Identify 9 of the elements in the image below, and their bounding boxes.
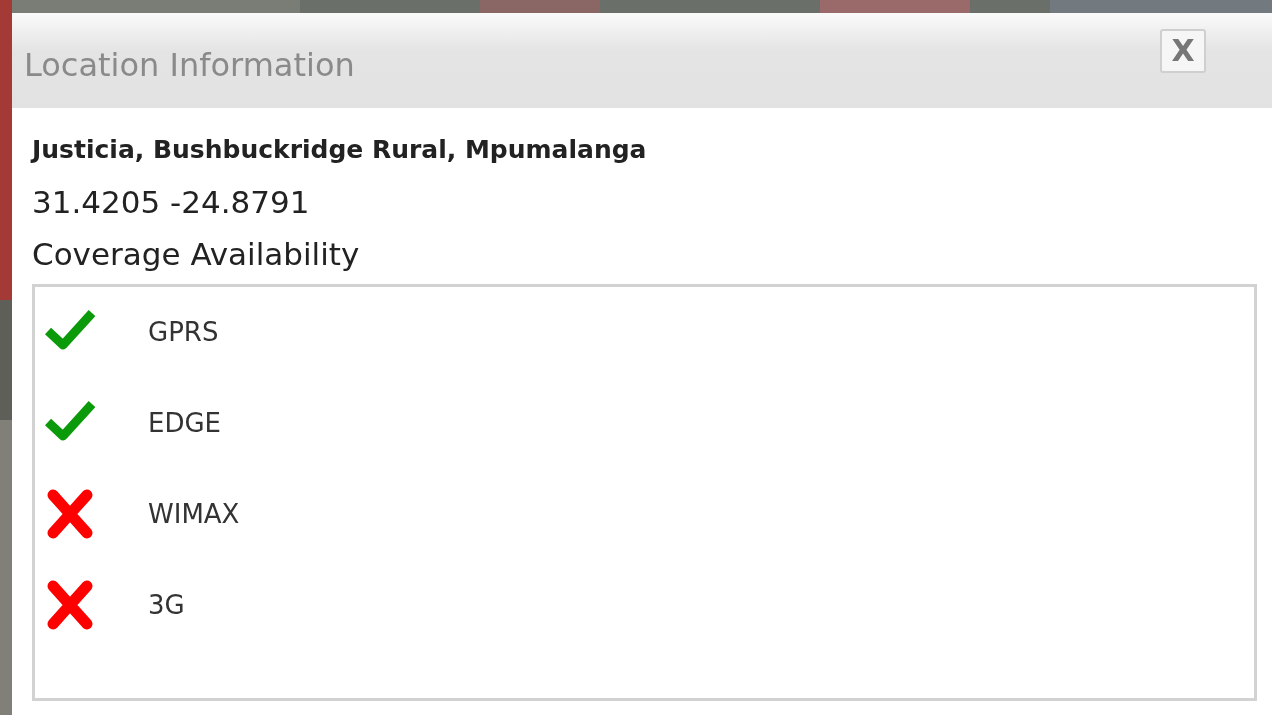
coverage-heading: Coverage Availability <box>32 235 361 274</box>
location-name: Justicia, Bushbuckridge Rural, Mpumalanga <box>32 134 648 166</box>
network-type: GPRS <box>148 317 219 347</box>
network-type: WIMAX <box>148 499 240 529</box>
dialog-title: Location Information <box>24 44 355 84</box>
coordinates-text: 31.4205 -24.8791 <box>32 183 311 222</box>
network-type: EDGE <box>148 408 222 438</box>
close-button[interactable]: X <box>1160 29 1206 73</box>
network-type: 3G <box>148 590 185 620</box>
